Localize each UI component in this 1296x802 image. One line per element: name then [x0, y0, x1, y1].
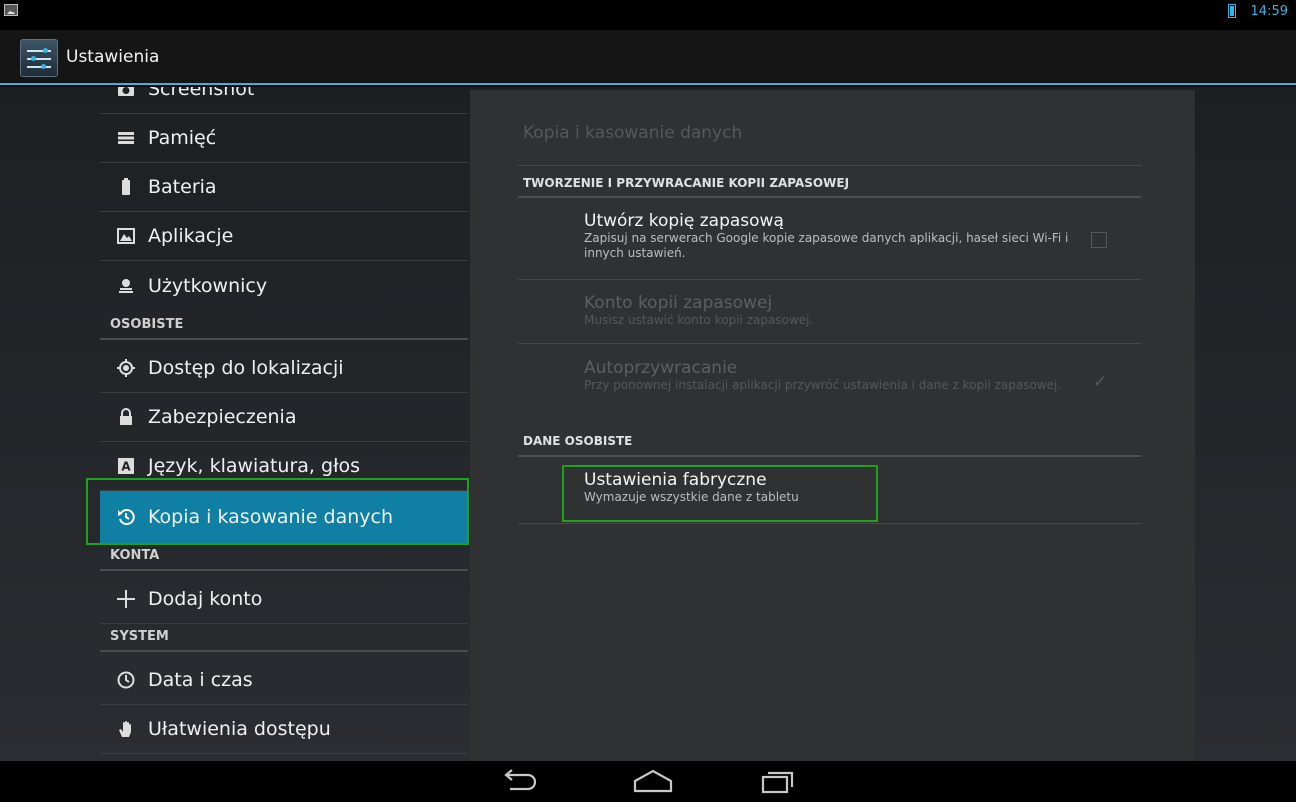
- language-icon: A: [112, 456, 140, 476]
- svg-text:A: A: [121, 460, 131, 474]
- section-header-personal-data: DANE OSOBISTE: [523, 434, 633, 448]
- pref-summary: Musisz ustawić konto kopii zapasowej.: [584, 313, 814, 327]
- divider: [518, 343, 1141, 344]
- menu-item-label: Screenshot: [148, 87, 255, 100]
- menu-item-battery[interactable]: Bateria: [100, 163, 468, 212]
- back-icon[interactable]: [500, 767, 540, 795]
- settings-app-icon[interactable]: [20, 39, 58, 77]
- section-header-accounts: KONTA: [100, 545, 468, 571]
- menu-item-screenshot[interactable]: Screenshot: [100, 87, 468, 114]
- action-bar: Ustawienia: [0, 30, 1296, 85]
- detail-pane: Kopia i kasowanie danych TWORZENIE I PRZ…: [470, 90, 1195, 761]
- menu-item-accessibility[interactable]: Ułatwienia dostępu: [100, 705, 468, 754]
- menu-item-users[interactable]: Użytkownicy: [100, 261, 468, 310]
- section-header-personal: OSOBISTE: [100, 314, 468, 340]
- menu-item-backup-reset[interactable]: Kopia i kasowanie danych: [100, 491, 468, 543]
- menu-item-apps[interactable]: Aplikacje: [100, 212, 468, 261]
- menu-item-storage[interactable]: Pamięć: [100, 114, 468, 163]
- menu-item-label: Dodaj konto: [148, 588, 263, 610]
- divider: [518, 455, 1141, 457]
- menu-item-label: Pamięć: [148, 127, 217, 149]
- menu-item-date-time[interactable]: Data i czas: [100, 656, 468, 705]
- pref-backup-account[interactable]: Konto kopii zapasowej Musisz ustawić kon…: [584, 293, 1084, 328]
- battery-icon: [112, 177, 140, 197]
- plus-icon: [112, 589, 140, 609]
- menu-item-add-account[interactable]: Dodaj konto: [100, 575, 468, 624]
- divider: [518, 523, 1141, 524]
- pref-title: Utwórz kopię zapasową: [584, 211, 784, 231]
- detail-title: Kopia i kasowanie danych: [523, 123, 743, 143]
- apps-icon: [112, 226, 140, 246]
- divider: [518, 279, 1141, 280]
- pref-auto-restore[interactable]: Autoprzywracanie Przy ponownej instalacj…: [584, 358, 1084, 393]
- settings-menu: Screenshot Pamięć Bateria Aplikacje Użyt: [100, 87, 468, 761]
- menu-item-label: Data i czas: [148, 669, 253, 691]
- settings-content: Screenshot Pamięć Bateria Aplikacje Użyt: [0, 87, 1296, 761]
- section-header-backup: TWORZENIE I PRZYWRACANIE KOPII ZAPASOWEJ: [523, 176, 850, 190]
- battery-icon: [1228, 4, 1236, 18]
- menu-item-label: Zabezpieczenia: [148, 406, 297, 428]
- pref-title: Konto kopii zapasowej: [584, 293, 773, 313]
- screenshot-notification-icon: [4, 4, 18, 16]
- menu-item-label: Ułatwienia dostępu: [148, 718, 331, 740]
- backup-icon: [112, 507, 140, 527]
- menu-item-location[interactable]: Dostęp do lokalizacji: [100, 344, 468, 393]
- auto-restore-checkbox[interactable]: [1091, 372, 1107, 392]
- hand-icon: [112, 719, 140, 739]
- clock-icon: [112, 670, 140, 690]
- menu-item-language[interactable]: A Język, klawiatura, głos: [100, 442, 468, 491]
- page-title: Ustawienia: [66, 47, 160, 67]
- menu-item-label: Dostęp do lokalizacji: [148, 357, 344, 379]
- lock-icon: [112, 407, 140, 427]
- menu-item-label: Język, klawiatura, głos: [148, 455, 360, 477]
- divider: [518, 165, 1141, 166]
- menu-item-label: Kopia i kasowanie danych: [148, 506, 394, 528]
- pref-title: Ustawienia fabryczne: [584, 470, 767, 490]
- menu-item-label: Użytkownicy: [148, 274, 268, 297]
- camera-icon: [112, 87, 140, 99]
- location-icon: [112, 358, 140, 378]
- menu-item-security[interactable]: Zabezpieczenia: [100, 393, 468, 442]
- pref-backup-data[interactable]: Utwórz kopię zapasową Zapisuj na serwera…: [584, 211, 1084, 261]
- clock: 14:59: [1250, 4, 1288, 19]
- pref-summary: Zapisuj na serwerach Google kopie zapaso…: [584, 231, 1069, 260]
- user-icon: [112, 276, 140, 296]
- home-icon[interactable]: [632, 767, 674, 795]
- pref-title: Autoprzywracanie: [584, 358, 738, 378]
- status-bar: 14:59: [0, 0, 1296, 30]
- pref-factory-reset[interactable]: Ustawienia fabryczne Wymazuje wszystkie …: [584, 470, 1084, 505]
- storage-icon: [112, 128, 140, 148]
- navigation-bar: [0, 761, 1296, 802]
- menu-item-label: Bateria: [148, 176, 217, 198]
- pref-summary: Przy ponownej instalacji aplikacji przyw…: [584, 378, 1062, 392]
- recent-apps-icon[interactable]: [760, 767, 796, 795]
- divider: [518, 196, 1141, 198]
- pref-summary: Wymazuje wszystkie dane z tabletu: [584, 490, 799, 504]
- menu-item-label: Aplikacje: [148, 225, 234, 247]
- backup-data-checkbox[interactable]: [1091, 232, 1107, 248]
- section-header-system: SYSTEM: [100, 626, 468, 652]
